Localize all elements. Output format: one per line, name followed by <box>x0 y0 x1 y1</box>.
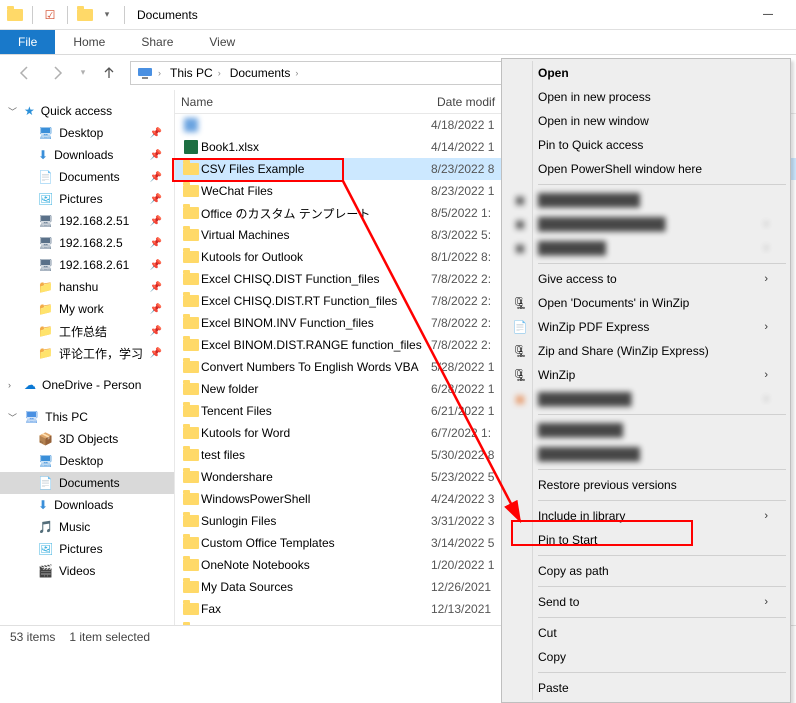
window-title: Documents <box>137 8 198 22</box>
cm-open-powershell[interactable]: Open PowerShell window here <box>504 157 788 181</box>
tab-file[interactable]: File <box>0 30 55 54</box>
ribbon-tabs: File Home Share View <box>0 30 796 55</box>
nav-quick-item[interactable]: 📁工作总结📌 <box>0 320 174 342</box>
cm-winzip[interactable]: 🗜WinZip› <box>504 363 788 387</box>
cm-give-access[interactable]: Give access to› <box>504 267 788 291</box>
nav-quick-item[interactable]: 🖼Pictures📌 <box>0 188 174 210</box>
properties-icon[interactable]: ☑ <box>41 6 59 24</box>
nav-pc-item[interactable]: 🎵Music <box>0 516 174 538</box>
cm-third-party-1[interactable]: ▣████████████ <box>504 188 788 212</box>
cm-open-new-process[interactable]: Open in new process <box>504 85 788 109</box>
onedrive[interactable]: ›☁OneDrive - Person <box>0 374 174 396</box>
cm-cut[interactable]: Cut <box>504 621 788 645</box>
nav-quick-item[interactable]: 📁My work📌 <box>0 298 174 320</box>
cm-zip-share[interactable]: 🗜Zip and Share (WinZip Express) <box>504 339 788 363</box>
quick-access-toolbar: ☑ ▾ <box>6 6 129 24</box>
nav-quick-item[interactable]: 🖥Desktop📌 <box>0 122 174 144</box>
cm-third-party-2[interactable]: ▣███████████████› <box>504 212 788 236</box>
cm-third-party-3[interactable]: ▣████████› <box>504 236 788 260</box>
cm-third-party-6[interactable]: ████████████ <box>504 442 788 466</box>
nav-pc-item[interactable]: 🖥Desktop <box>0 450 174 472</box>
folder-icon <box>6 6 24 24</box>
cm-copy[interactable]: Copy <box>504 645 788 669</box>
cm-paste[interactable]: Paste <box>504 676 788 700</box>
recent-dropdown-icon[interactable]: ▾ <box>78 62 88 84</box>
nav-pc-item[interactable]: 🎬Videos <box>0 560 174 582</box>
title-bar: ☑ ▾ Documents — <box>0 0 796 30</box>
nav-quick-item[interactable]: 🖥192.168.2.5📌 <box>0 232 174 254</box>
tab-view[interactable]: View <box>191 30 253 54</box>
cm-open[interactable]: Open <box>504 61 788 85</box>
status-selected-count: 1 item selected <box>69 630 150 644</box>
nav-quick-item[interactable]: 📁评论工作，学习📌 <box>0 342 174 364</box>
quick-access[interactable]: ﹀★Quick access <box>0 100 174 122</box>
nav-quick-item[interactable]: ⬇Downloads📌 <box>0 144 174 166</box>
qat-dropdown-icon[interactable]: ▾ <box>98 6 116 24</box>
status-item-count: 53 items <box>10 630 55 644</box>
cm-pin-start[interactable]: Pin to Start <box>504 528 788 552</box>
cm-restore-previous[interactable]: Restore previous versions <box>504 473 788 497</box>
forward-button[interactable] <box>46 62 68 84</box>
cm-include-library[interactable]: Include in library› <box>504 504 788 528</box>
breadcrumb-root[interactable]: This PC› <box>168 64 226 82</box>
nav-pc-item[interactable]: 📄Documents <box>0 472 174 494</box>
breadcrumb-leaf[interactable]: Documents› <box>228 64 304 82</box>
cm-open-new-window[interactable]: Open in new window <box>504 109 788 133</box>
folder-icon <box>76 6 94 24</box>
nav-pc-item[interactable]: 🖼Pictures <box>0 538 174 560</box>
nav-quick-item[interactable]: 📄Documents📌 <box>0 166 174 188</box>
navigation-pane: ﹀★Quick access 🖥Desktop📌⬇Downloads📌📄Docu… <box>0 90 174 625</box>
cm-third-party-5[interactable]: ██████████ <box>504 418 788 442</box>
nav-quick-item[interactable]: 📁hanshu📌 <box>0 276 174 298</box>
minimize-button[interactable]: — <box>746 1 790 29</box>
column-header-name[interactable]: Name <box>175 95 431 109</box>
tab-share[interactable]: Share <box>123 30 191 54</box>
this-pc[interactable]: ﹀🖥This PC <box>0 406 174 428</box>
cm-third-party-4[interactable]: ▣███████████› <box>504 387 788 411</box>
breadcrumb-pc-icon[interactable]: › <box>135 65 166 81</box>
cm-pin-quick[interactable]: Pin to Quick access <box>504 133 788 157</box>
up-button[interactable] <box>98 62 120 84</box>
nav-pc-item[interactable]: ⬇Downloads <box>0 494 174 516</box>
cm-open-winzip[interactable]: 🗜Open 'Documents' in WinZip <box>504 291 788 315</box>
cm-send-to[interactable]: Send to› <box>504 590 788 614</box>
nav-pc-item[interactable]: 📦3D Objects <box>0 428 174 450</box>
nav-quick-item[interactable]: 🖥192.168.2.61📌 <box>0 254 174 276</box>
tab-home[interactable]: Home <box>55 30 123 54</box>
cm-copy-as-path[interactable]: Copy as path <box>504 559 788 583</box>
context-menu: Open Open in new process Open in new win… <box>501 58 791 703</box>
cm-pdf-express[interactable]: 📄WinZip PDF Express› <box>504 315 788 339</box>
back-button[interactable] <box>14 62 36 84</box>
nav-quick-item[interactable]: 🖥192.168.2.51📌 <box>0 210 174 232</box>
